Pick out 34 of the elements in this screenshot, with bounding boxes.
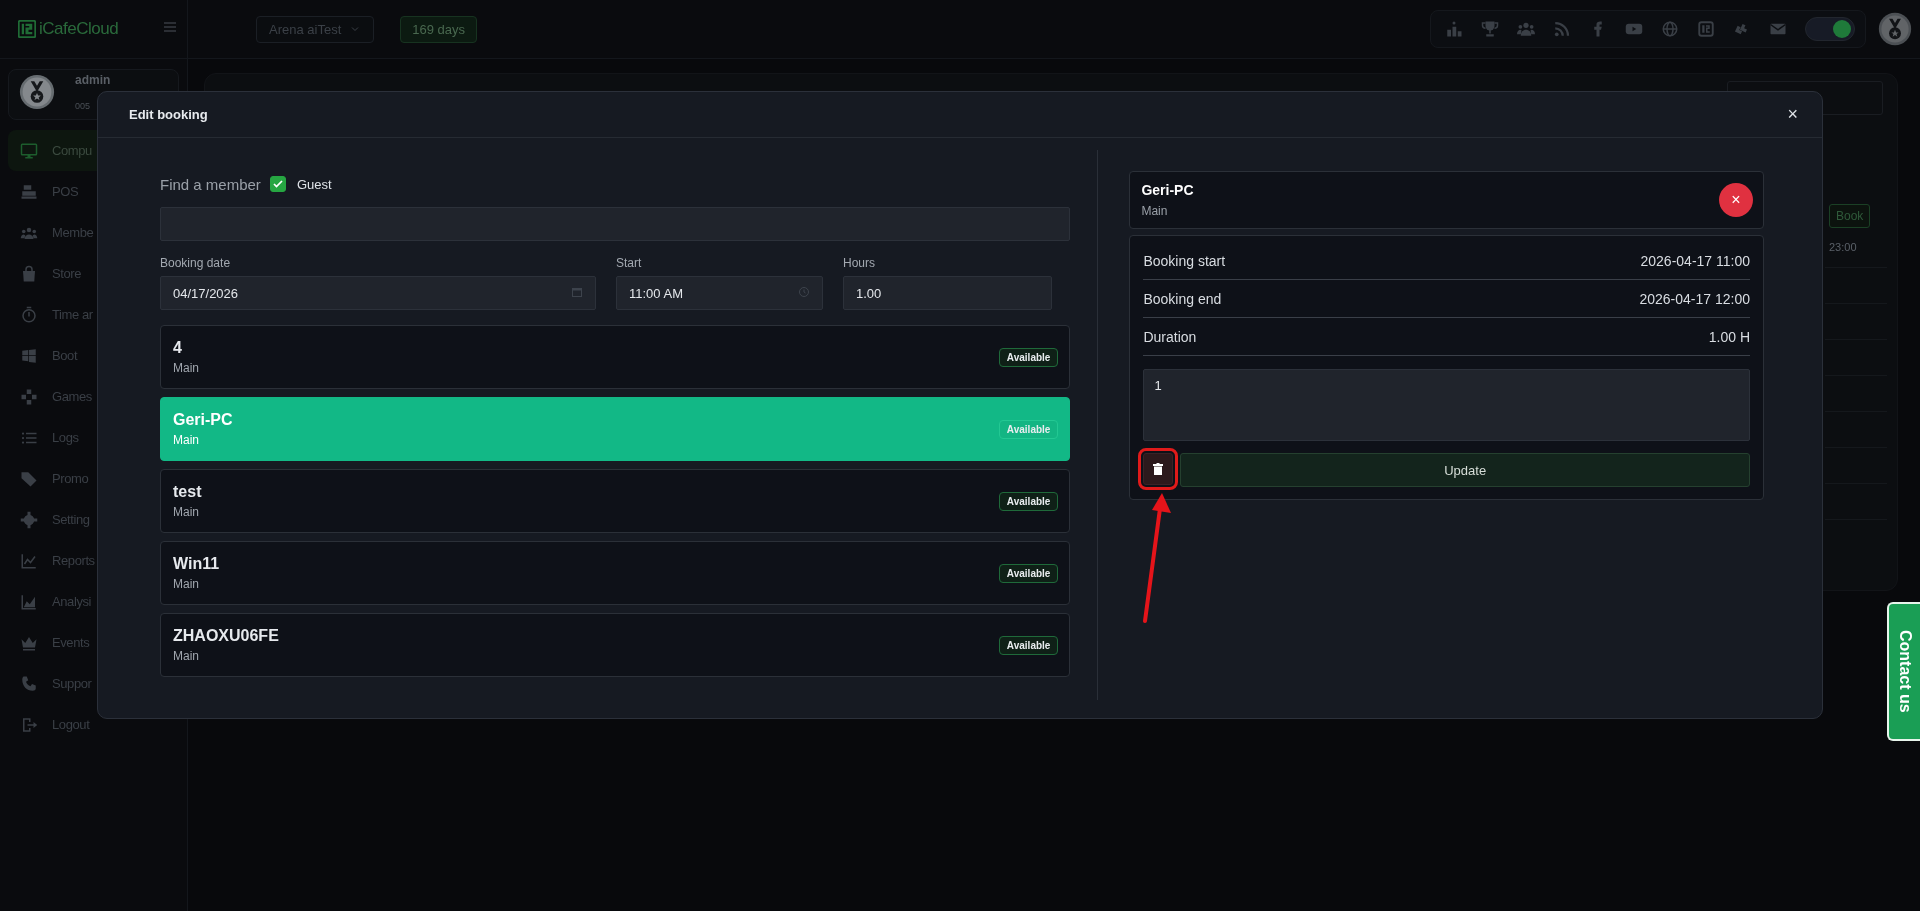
detail-value: 2026-04-17 11:00 [1640, 252, 1750, 269]
field-label: Start [616, 256, 643, 270]
pc-name: 4 [173, 339, 183, 357]
detail-value: 2026-04-17 12:00 [1639, 290, 1750, 307]
pc-group: Main [173, 505, 202, 519]
field-label: Booking date [160, 256, 232, 270]
detail-label: Booking end [1143, 290, 1222, 307]
user-id: 005 [75, 101, 92, 111]
pc-group: Main [1141, 204, 1194, 218]
detail-label: Booking start [1143, 252, 1226, 269]
detail-value: 1.00 H [1708, 328, 1750, 345]
field-label: Hours [843, 256, 876, 270]
guest-label: Guest [296, 176, 332, 192]
status-badge: Available [998, 347, 1059, 367]
pc-group: Main [173, 361, 199, 375]
pc-name: Geri-PC [1141, 182, 1194, 198]
status-badge: Available [998, 635, 1059, 655]
pc-name: Win11 [173, 555, 220, 573]
detail-label: Duration [1143, 328, 1197, 345]
logo-text: iCafeCloud [39, 19, 119, 39]
dialog-title: Edit booking [129, 107, 208, 122]
user-name: admin [75, 74, 111, 87]
status-badge: Available [998, 419, 1059, 439]
status-badge: Available [998, 491, 1059, 511]
days-badge: 169 days [400, 15, 478, 43]
pc-group: Main [173, 577, 220, 591]
find-member-label: Find a member [160, 175, 261, 193]
status-badge: Available [998, 563, 1059, 583]
pc-group: Main [173, 433, 233, 447]
pc-name: test [173, 483, 202, 501]
pc-name: ZHAOXU06FE [173, 627, 279, 645]
time-label: 23:00 [1829, 241, 1858, 253]
pc-group: Main [173, 649, 279, 663]
pc-name: Geri-PC [173, 411, 233, 429]
